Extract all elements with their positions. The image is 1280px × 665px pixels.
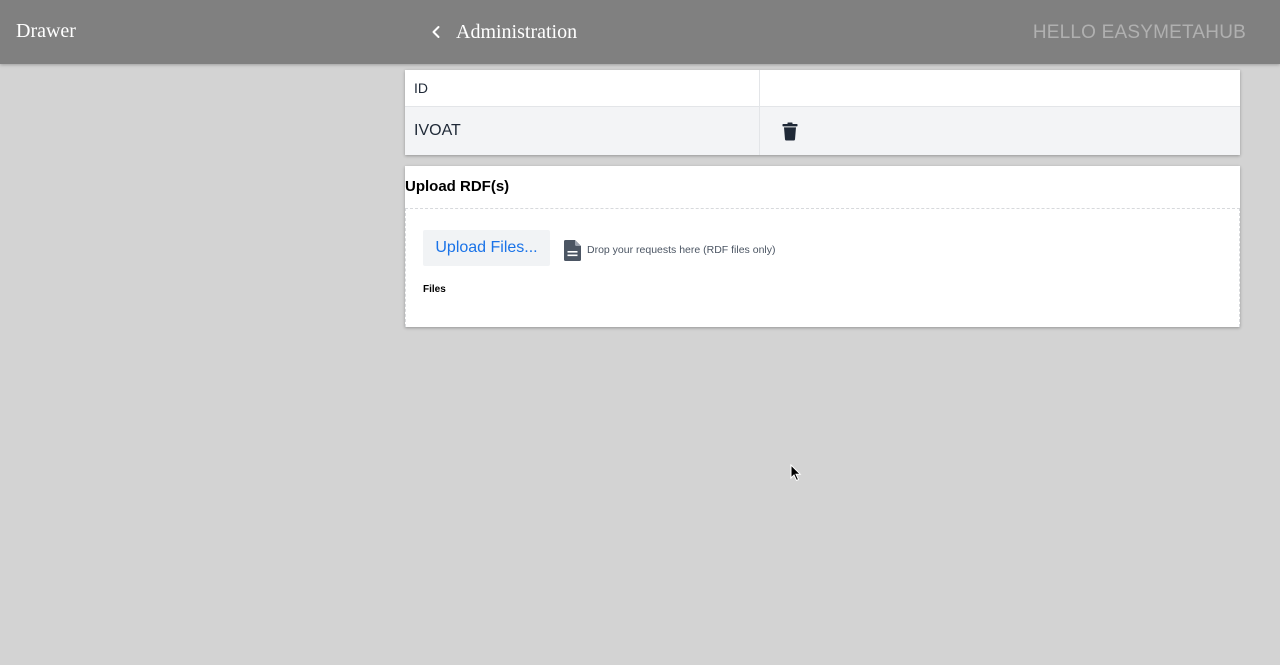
files-label: Files	[423, 284, 446, 295]
chevron-left-icon	[432, 26, 440, 38]
upload-rdf-panel: Upload RDF(s) Upload Files... Drop your …	[405, 166, 1240, 327]
column-header-id: ID	[405, 70, 760, 106]
trash-icon	[782, 122, 798, 140]
document-icon	[564, 239, 581, 261]
column-header-label: ID	[414, 80, 428, 96]
table-cell-actions	[760, 107, 1240, 155]
file-dropzone[interactable]: Upload Files... Drop your requests here …	[405, 208, 1240, 327]
app-header: Drawer Administration HELLO EASYMETAHUB	[0, 0, 1280, 64]
upload-files-button[interactable]: Upload Files...	[423, 230, 550, 266]
repository-table: ID IVOAT	[405, 70, 1240, 155]
delete-button[interactable]	[780, 119, 800, 143]
app-root: Drawer Administration HELLO EASYMETAHUB …	[0, 0, 1280, 665]
table-row: IVOAT	[405, 107, 1240, 155]
column-header-actions	[760, 70, 1240, 106]
table-header-row: ID	[405, 70, 1240, 107]
mouse-cursor-icon	[790, 464, 802, 482]
page-title: Administration	[456, 20, 578, 43]
user-greeting: HELLO EASYMETAHUB	[1032, 22, 1246, 43]
row-id-text: IVOAT	[414, 122, 461, 139]
page-title-group: Administration	[426, 18, 577, 46]
drop-hint-text: Drop your requests here (RDF files only)	[587, 244, 776, 256]
upload-section-title: Upload RDF(s)	[405, 178, 510, 195]
drawer-toggle-button[interactable]: Drawer	[16, 20, 76, 43]
table-cell-id: IVOAT	[405, 107, 760, 155]
drop-hint: Drop your requests here (RDF files only)	[564, 239, 775, 261]
back-button[interactable]	[426, 18, 446, 46]
